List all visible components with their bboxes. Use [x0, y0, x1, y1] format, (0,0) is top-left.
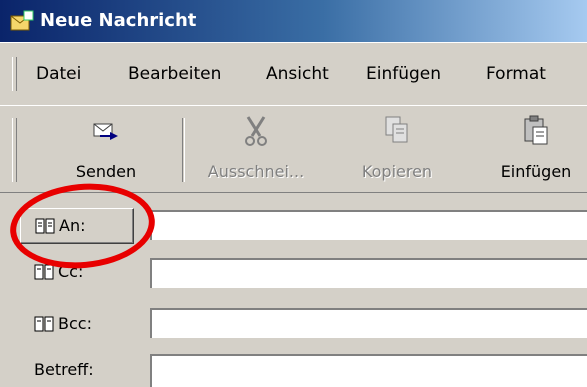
toolbar-separator: [182, 118, 185, 182]
paste-label: Einfügen: [500, 162, 572, 181]
menu-insert[interactable]: Einfügen: [366, 64, 441, 84]
send-icon: [93, 123, 118, 140]
copy-icon: [385, 116, 408, 143]
title-bar: Neue Nachricht: [0, 0, 587, 42]
bcc-label[interactable]: Bcc:: [58, 314, 92, 333]
send-button[interactable]: Senden: [56, 112, 156, 188]
window-title: Neue Nachricht: [40, 10, 197, 31]
menu-view[interactable]: Ansicht: [266, 64, 329, 84]
cut-button[interactable]: Ausschnei...: [196, 112, 316, 188]
cc-field[interactable]: [150, 258, 587, 288]
subject-label: Betreff:: [34, 360, 94, 379]
subject-field[interactable]: [150, 354, 587, 387]
copy-button[interactable]: Kopieren: [350, 112, 444, 188]
menu-edit[interactable]: Bearbeiten: [128, 64, 221, 84]
paste-button[interactable]: Einfügen: [486, 112, 586, 188]
menu-file[interactable]: Datei: [36, 64, 81, 84]
copy-label: Kopieren: [361, 162, 433, 181]
scissors-icon: [245, 116, 267, 146]
toolbar: Senden Ausschnei... Kopieren Einfügen: [0, 105, 587, 193]
address-book-icon[interactable]: [34, 264, 54, 280]
menu-bar-grip[interactable]: [12, 57, 17, 91]
menu-format[interactable]: Format: [486, 64, 546, 84]
paste-icon: [524, 115, 548, 145]
cut-label: Ausschnei...: [207, 162, 305, 181]
toolbar-grip[interactable]: [12, 118, 17, 182]
to-field[interactable]: [150, 210, 587, 240]
envelope-icon: [10, 10, 34, 31]
address-book-icon[interactable]: [34, 316, 54, 332]
menu-bar: Datei Bearbeiten Ansicht Einfügen Format: [0, 42, 587, 106]
bcc-field[interactable]: [150, 308, 587, 338]
send-label: Senden: [75, 162, 137, 181]
